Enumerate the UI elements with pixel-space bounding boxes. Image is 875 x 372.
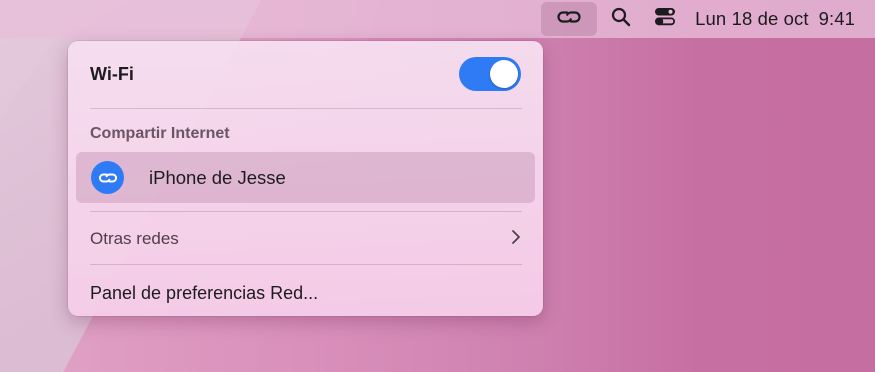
control-center-button[interactable] [641, 2, 689, 36]
hotspot-device-name: iPhone de Jesse [149, 166, 286, 188]
menu-bar-clock[interactable]: Lun 18 de oct 9:41 [695, 8, 855, 30]
clock-date: Lun 18 de oct [695, 8, 809, 29]
spotlight-search-button[interactable] [601, 2, 641, 36]
personal-hotspot-section-title: Compartir Internet [90, 125, 230, 142]
wifi-toggle[interactable] [459, 57, 521, 91]
divider [90, 264, 522, 265]
search-icon [611, 7, 631, 32]
network-preferences-item[interactable]: Panel de preferencias Red... [90, 279, 318, 307]
hotspot-device-item[interactable]: iPhone de Jesse [76, 152, 535, 203]
other-networks-label: Otras redes [90, 229, 179, 248]
link-icon [91, 161, 124, 194]
wifi-label: Wi-Fi [90, 63, 134, 84]
divider [90, 211, 522, 212]
network-preferences-label: Panel de preferencias Red... [90, 282, 319, 303]
control-center-icon [654, 7, 676, 32]
wifi-row: Wi-Fi [68, 55, 543, 93]
personal-hotspot-menu-extra[interactable] [541, 2, 598, 36]
clock-time: 9:41 [818, 8, 855, 29]
wifi-menu-panel: Wi-Fi Compartir Internet iPhone de Jesse… [68, 41, 543, 316]
other-networks-item[interactable]: Otras redes [68, 225, 543, 253]
divider [90, 108, 522, 109]
menu-bar: Lun 18 de oct 9:41 [0, 0, 875, 38]
toggle-knob [490, 60, 518, 88]
personal-hotspot-icon [556, 8, 582, 31]
chevron-right-icon [511, 229, 521, 250]
